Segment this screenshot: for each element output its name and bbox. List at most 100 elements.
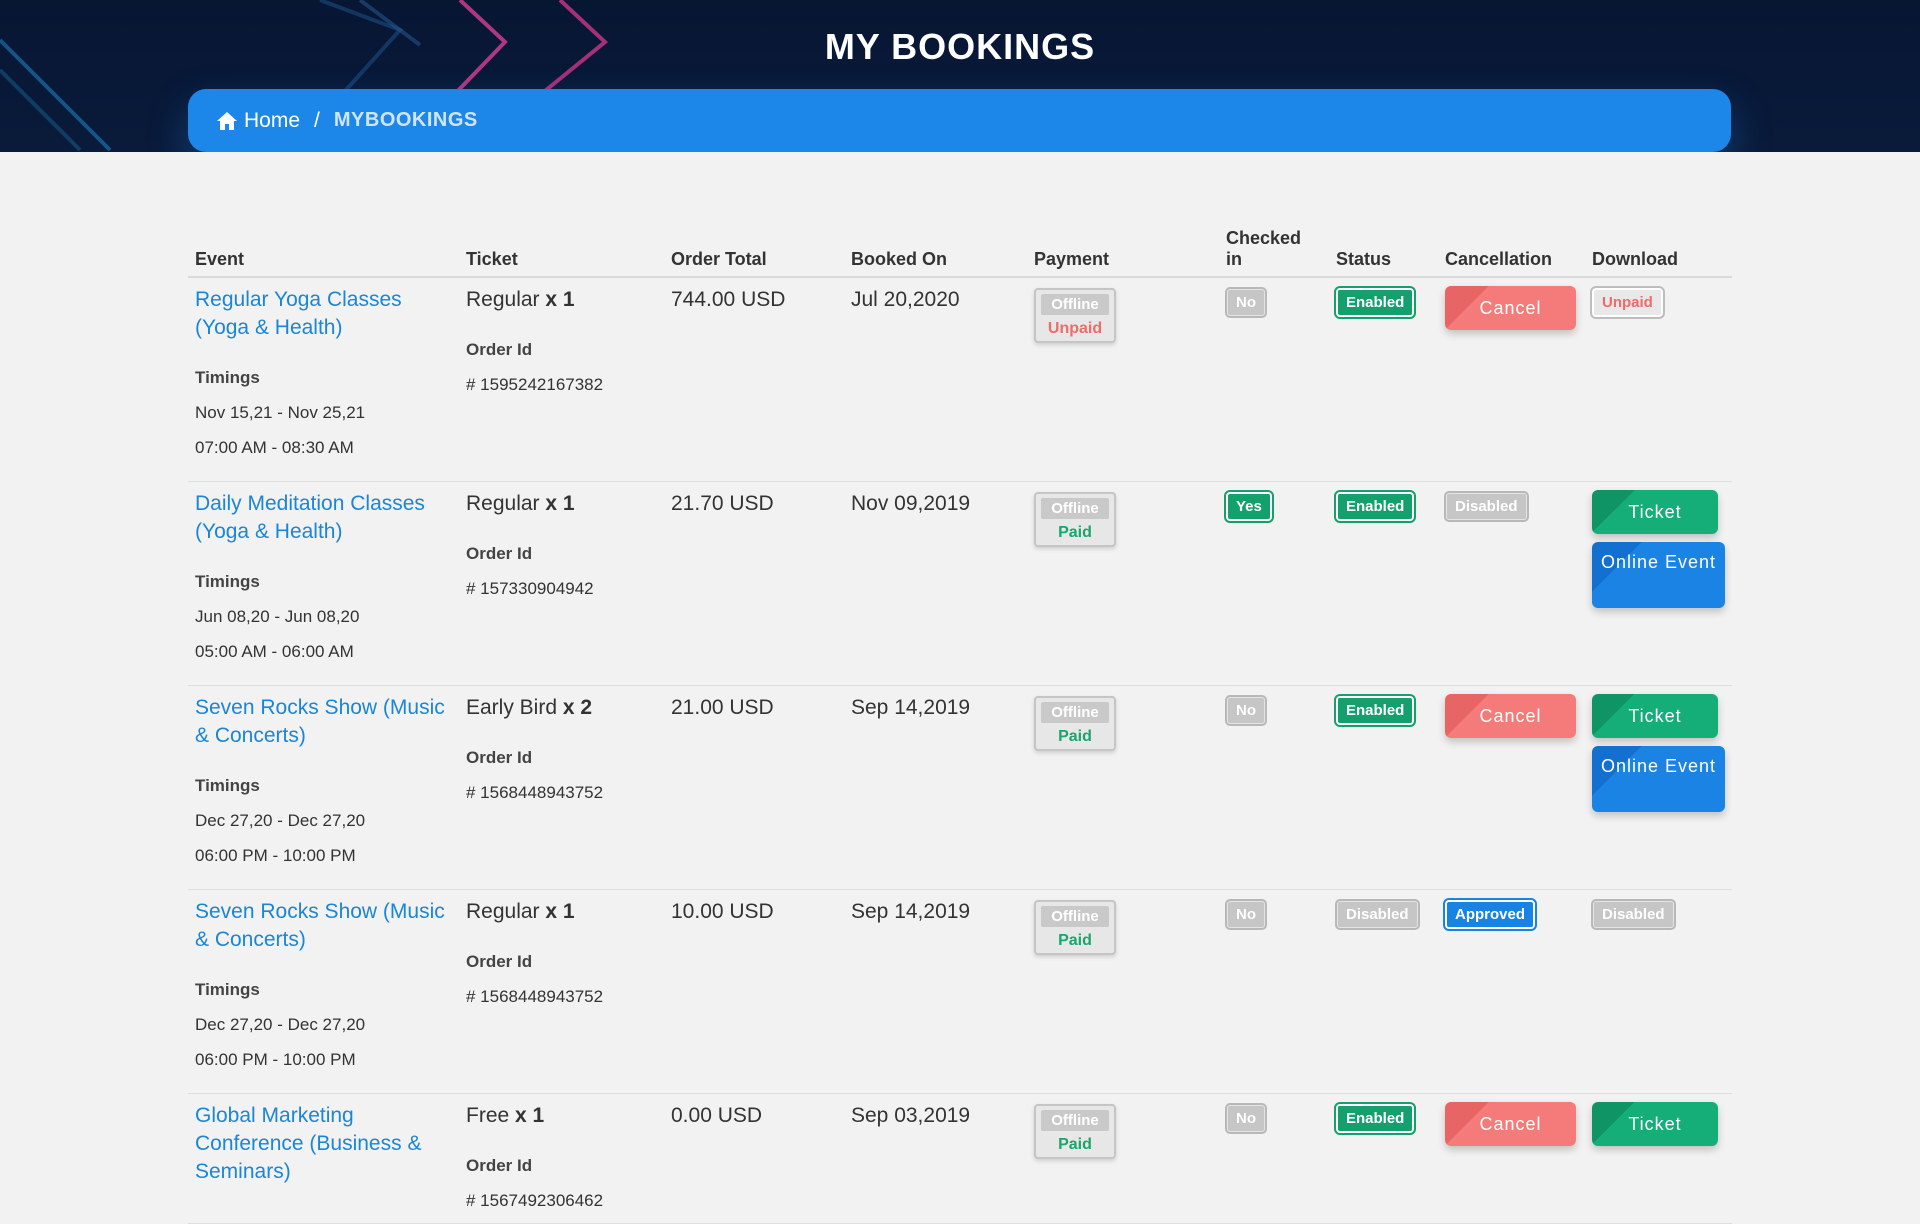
timings-label: Timings	[195, 979, 260, 999]
home-icon	[217, 111, 237, 130]
ticket-cell: Regular x 1 Order Id # 157330904942	[459, 481, 664, 686]
booked-on-cell: Sep 14,2019	[844, 685, 1027, 890]
ticket-qty: x 1	[545, 491, 575, 515]
online-event-button[interactable]: Online Event	[1592, 541, 1725, 608]
ticket-download-button[interactable]: Ticket	[1592, 1101, 1718, 1146]
order-total: 21.00 USD	[671, 695, 774, 719]
cancellation-cell: Approved	[1438, 889, 1585, 1094]
col-header-booked-on: Booked On	[844, 222, 1027, 278]
payment-badge: Offline Unpaid	[1034, 288, 1116, 343]
timings-label: Timings	[195, 368, 260, 387]
payment-method: Offline	[1041, 497, 1109, 519]
col-header-cancellation: Cancellation	[1438, 222, 1585, 278]
checked-in-badge: No	[1225, 1102, 1267, 1134]
event-cell: Global Marketing Conference (Business & …	[188, 1093, 459, 1224]
download-cell: Ticket	[1585, 1093, 1732, 1224]
status-cell: Enabled	[1329, 685, 1438, 890]
breadcrumb-separator: /	[314, 108, 320, 132]
payment-status: Paid	[1058, 523, 1092, 541]
payment-cell: Offline Paid	[1027, 481, 1219, 686]
status-badge: Enabled	[1333, 693, 1417, 727]
checked-in-cell: No	[1219, 889, 1329, 1094]
ticket-cell: Regular x 1 Order Id # 1568448943752	[459, 889, 664, 1094]
cancel-button[interactable]: Cancel	[1445, 1101, 1576, 1146]
order-id: # 1567492306462	[466, 1190, 604, 1210]
checked-in-cell: No	[1219, 277, 1329, 482]
timing-hours: 05:00 AM - 06:00 AM	[195, 641, 354, 661]
order-id: # 1568448943752	[466, 782, 604, 802]
download-cell: Disabled	[1585, 889, 1732, 1094]
status-badge: Enabled	[1333, 286, 1417, 319]
download-cell: Ticket Online Event	[1585, 481, 1732, 686]
order-id-label: Order Id	[466, 340, 533, 359]
order-id: # 157330904942	[466, 578, 594, 598]
ticket-download-button[interactable]: Ticket	[1592, 489, 1718, 534]
order-total-cell: 21.00 USD	[664, 685, 844, 890]
event-cell: Seven Rocks Show (Music & Concerts) Timi…	[188, 685, 459, 890]
payment-method: Offline	[1041, 294, 1109, 315]
cancellation-cell: Cancel	[1438, 685, 1585, 890]
timing-hours: 06:00 PM - 10:00 PM	[195, 845, 356, 865]
status-badge: Enabled	[1333, 1101, 1417, 1135]
page-header: MY BOOKINGS Home / MYBOOKINGS	[0, 0, 1920, 152]
booked-on: Sep 14,2019	[851, 695, 971, 719]
ticket-qty: x 1	[545, 288, 575, 311]
ticket-type: Regular x 1	[466, 288, 575, 311]
col-header-download: Download	[1585, 222, 1732, 278]
checked-in-badge: Yes	[1224, 489, 1274, 523]
col-header-ticket: Ticket	[459, 222, 664, 278]
checked-in-badge: No	[1225, 287, 1267, 318]
payment-cell: Offline Paid	[1027, 889, 1219, 1094]
event-link[interactable]: Seven Rocks Show (Music & Concerts)	[195, 694, 451, 750]
cancel-button[interactable]: Cancel	[1445, 693, 1576, 738]
booked-on: Nov 09,2019	[851, 491, 971, 515]
timing-dates: Jun 08,20 - Jun 08,20	[195, 606, 360, 626]
timing-hours: 06:00 PM - 10:00 PM	[195, 1049, 356, 1069]
cancel-button[interactable]: Cancel	[1445, 286, 1576, 330]
payment-status: Unpaid	[1047, 320, 1103, 337]
booked-on-cell: Nov 09,2019	[844, 481, 1027, 686]
col-header-status: Status	[1329, 222, 1438, 278]
download-cell: Ticket Online Event	[1585, 685, 1732, 890]
event-cell: Regular Yoga Classes (Yoga & Health) Tim…	[188, 277, 459, 482]
cancellation-disabled-badge: Disabled	[1444, 490, 1529, 522]
payment-badge: Offline Paid	[1034, 491, 1116, 547]
order-id-label: Order Id	[466, 951, 533, 971]
order-id: # 1595242167382	[466, 375, 604, 394]
event-link[interactable]: Seven Rocks Show (Music & Concerts)	[195, 898, 451, 954]
online-event-button[interactable]: Online Event	[1592, 745, 1725, 812]
checked-in-badge: No	[1225, 898, 1267, 930]
status-cell: Enabled	[1329, 1093, 1438, 1224]
table-row: Seven Rocks Show (Music & Concerts) Timi…	[188, 685, 1732, 890]
cancellation-approved-badge: Approved	[1442, 897, 1538, 931]
checked-in-cell: No	[1219, 685, 1329, 890]
col-header-payment: Payment	[1027, 222, 1219, 278]
status-cell: Enabled	[1329, 481, 1438, 686]
payment-cell: Offline Paid	[1027, 1093, 1219, 1224]
event-link[interactable]: Global Marketing Conference (Business & …	[195, 1102, 451, 1186]
payment-badge: Offline Paid	[1034, 1103, 1116, 1159]
table-row: Seven Rocks Show (Music & Concerts) Timi…	[188, 889, 1732, 1094]
booked-on-cell: Sep 03,2019	[844, 1093, 1027, 1224]
breadcrumb-home-label: Home	[244, 108, 301, 132]
table-row: Regular Yoga Classes (Yoga & Health) Tim…	[188, 277, 1732, 482]
payment-status: Paid	[1058, 1135, 1092, 1153]
booked-on: Sep 14,2019	[851, 899, 971, 923]
order-total: 10.00 USD	[671, 899, 774, 923]
payment-status: Paid	[1058, 931, 1092, 949]
booked-on-cell: Jul 20,2020	[844, 277, 1027, 482]
payment-badge: Offline Paid	[1034, 899, 1116, 955]
ticket-cell: Regular x 1 Order Id # 1595242167382	[459, 277, 664, 482]
booked-on: Sep 03,2019	[851, 1103, 971, 1127]
event-link[interactable]: Regular Yoga Classes (Yoga & Health)	[195, 286, 451, 342]
ticket-type: Free x 1	[466, 1103, 545, 1127]
status-badge: Enabled	[1333, 489, 1417, 523]
checked-in-cell: No	[1219, 1093, 1329, 1224]
payment-cell: Offline Paid	[1027, 685, 1219, 890]
ticket-download-button[interactable]: Ticket	[1592, 693, 1718, 738]
event-link[interactable]: Daily Meditation Classes (Yoga & Health)	[195, 490, 451, 546]
breadcrumb-home[interactable]: Home	[216, 109, 300, 133]
bookings-table: Event Ticket Order Total Booked On Payme…	[188, 222, 1732, 1224]
payment-method: Offline	[1041, 905, 1109, 927]
ticket-type: Regular x 1	[466, 899, 575, 923]
